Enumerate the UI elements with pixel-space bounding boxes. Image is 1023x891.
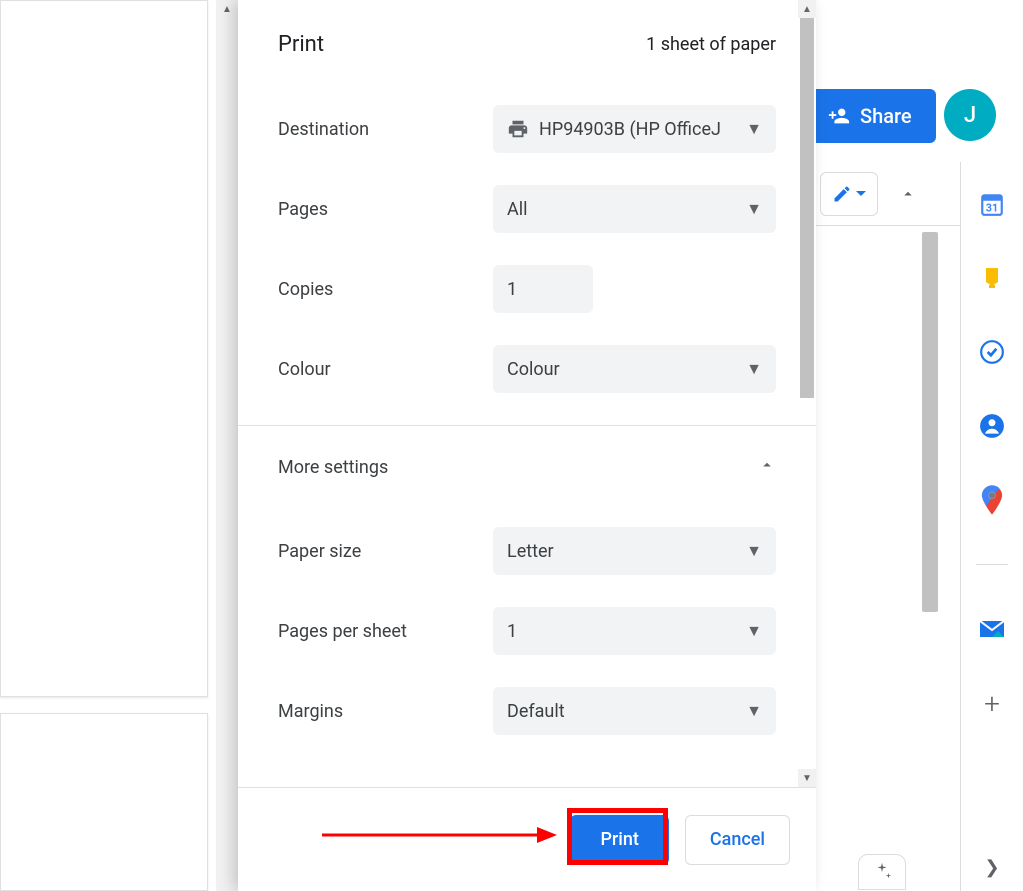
colour-label: Colour [278, 359, 493, 380]
paper-size-value: Letter [507, 541, 554, 562]
pages-value: All [507, 199, 528, 220]
dropdown-icon: ▼ [746, 199, 762, 219]
scroll-up-arrow[interactable]: ▲ [798, 0, 816, 18]
chevron-up-icon [758, 456, 776, 479]
pages-select[interactable]: All ▼ [493, 185, 776, 233]
mail-addon-icon[interactable] [978, 615, 1006, 643]
settings-divider [238, 425, 816, 426]
share-label: Share [860, 104, 912, 128]
pages-label: Pages [278, 199, 493, 220]
cancel-button[interactable]: Cancel [685, 815, 790, 865]
preview-page-2 [0, 713, 208, 891]
destination-value: HP94903B (HP OfficeJ [539, 119, 721, 140]
paper-size-select[interactable]: Letter ▼ [493, 527, 776, 575]
svg-text:31: 31 [986, 202, 998, 215]
person-add-icon [828, 105, 850, 127]
side-panel-rail: 31 + [960, 162, 1023, 891]
document-scrollbar[interactable] [919, 226, 941, 876]
printer-icon [507, 118, 529, 140]
dialog-title: Print [278, 32, 324, 57]
colour-select[interactable]: Colour ▼ [493, 345, 776, 393]
get-addons-button[interactable]: + [978, 689, 1006, 717]
tasks-icon[interactable] [978, 338, 1006, 366]
collapse-toolbar-button[interactable] [886, 172, 930, 216]
dropdown-icon: ▼ [746, 119, 762, 139]
pages-per-sheet-select[interactable]: 1 ▼ [493, 607, 776, 655]
sheet-count: 1 sheet of paper [646, 34, 776, 55]
calendar-icon[interactable]: 31 [978, 190, 1006, 218]
dropdown-icon: ▼ [746, 359, 762, 379]
copies-label: Copies [278, 279, 493, 300]
share-button[interactable]: Share [810, 89, 936, 143]
dropdown-icon: ▼ [746, 621, 762, 641]
print-dialog: Print 1 sheet of paper Destination HP949… [238, 0, 816, 891]
maps-icon[interactable] [978, 486, 1006, 514]
preview-scrollbar[interactable]: ▲ [216, 0, 238, 891]
scroll-down-arrow[interactable]: ▼ [798, 769, 816, 787]
pages-per-sheet-label: Pages per sheet [278, 621, 493, 642]
dropdown-icon: ▼ [746, 701, 762, 721]
account-avatar[interactable]: J [944, 89, 996, 141]
dialog-scroll-thumb[interactable] [800, 18, 814, 398]
document-scroll-thumb[interactable] [922, 232, 938, 612]
preview-page-1 [0, 0, 208, 697]
margins-select[interactable]: Default ▼ [493, 687, 776, 735]
pages-per-sheet-value: 1 [507, 621, 517, 642]
dialog-footer: Print Cancel [238, 787, 816, 891]
side-panel-collapse[interactable]: ❯ [970, 849, 1014, 885]
rail-separator [976, 564, 1008, 565]
keep-icon[interactable] [978, 264, 1006, 292]
contacts-icon[interactable] [978, 412, 1006, 440]
avatar-initial: J [964, 103, 976, 128]
print-preview-pane: ▲ [0, 0, 238, 891]
more-settings-label: More settings [278, 457, 388, 478]
destination-label: Destination [278, 119, 493, 140]
print-button[interactable]: Print [570, 815, 668, 865]
explore-icon [871, 861, 893, 883]
dropdown-caret-icon [856, 189, 866, 199]
explore-button-stub[interactable] [858, 854, 906, 890]
chevron-up-icon [899, 185, 917, 203]
dialog-scrollbar[interactable]: ▲ ▼ [798, 0, 816, 787]
paper-size-label: Paper size [278, 541, 493, 562]
copies-input[interactable] [493, 265, 593, 313]
destination-select[interactable]: HP94903B (HP OfficeJ ▼ [493, 105, 776, 153]
colour-value: Colour [507, 359, 560, 380]
more-settings-toggle[interactable]: More settings [278, 456, 776, 479]
margins-label: Margins [278, 701, 493, 722]
dropdown-icon: ▼ [746, 541, 762, 561]
margins-value: Default [507, 701, 565, 722]
editing-mode-dropdown[interactable] [820, 172, 878, 216]
pencil-icon [832, 184, 852, 204]
